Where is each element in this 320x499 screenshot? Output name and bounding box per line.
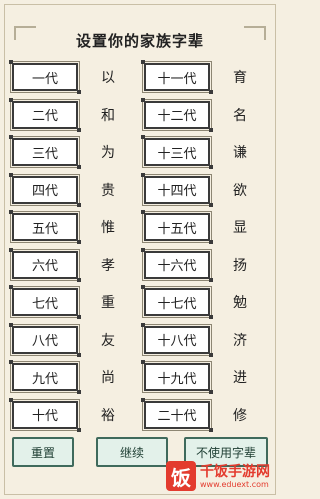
generation-label: 十代 [9,397,81,432]
generation-char[interactable]: 和 [86,101,130,129]
generation-label: 十八代 [141,322,213,357]
generation-label: 九代 [9,360,81,394]
generation-label: 七代 [9,285,81,319]
generation-cell: 九代 尚 [9,360,130,394]
generation-label: 二代 [9,97,81,132]
generation-label: 八代 [9,322,81,357]
generation-cell: 二代 和 [9,97,130,132]
generation-cell: 十三代 谦 [141,135,262,169]
generation-label: 四代 [9,172,81,207]
generation-char[interactable]: 进 [218,363,262,391]
generation-char[interactable]: 裕 [86,401,130,429]
generation-row: 六代 孝 十六代 扬 [9,247,268,288]
generation-cell: 十九代 进 [141,360,262,394]
generation-cell: 十七代 勉 [141,285,262,319]
generation-label: 十一代 [141,60,213,94]
generation-cell: 二十代 修 [141,397,262,432]
generation-label: 十五代 [141,210,213,244]
generation-cell: 一代 以 [9,60,130,94]
generation-row: 四代 贵 十四代 欲 [9,172,268,213]
generation-cell: 七代 重 [9,285,130,319]
generation-cell: 十八代 济 [141,322,262,357]
page-title: 设置你的家族字辈 [75,32,204,50]
generation-cell: 四代 贵 [9,172,130,207]
generation-cell: 五代 惟 [9,210,130,244]
generation-label: 三代 [9,135,81,169]
generation-cell: 十一代 育 [141,60,262,94]
generation-char[interactable]: 为 [86,138,130,166]
generation-label: 十三代 [141,135,213,169]
generation-char[interactable]: 修 [218,401,262,429]
generation-row: 九代 尚 十九代 进 [9,360,268,400]
watermark-title: 千饭手游网 [200,464,270,480]
generation-cell: 八代 友 [9,322,130,357]
generation-label: 十六代 [141,247,213,282]
generation-grid: 一代 以 十一代 育 二代 和 十二代 名 三代 为 十三代 谦 四代 贵 十四… [9,60,268,438]
generation-char[interactable]: 孝 [86,251,130,279]
reset-button[interactable]: 重置 [12,437,74,467]
generation-cell: 十四代 欲 [141,172,262,207]
generation-label: 六代 [9,247,81,282]
generation-char[interactable]: 以 [86,63,130,91]
continue-button[interactable]: 继续 [96,437,168,467]
generation-char[interactable]: 重 [86,288,130,316]
watermark-url: www.eduext.com [200,480,269,489]
generation-char[interactable]: 勉 [218,288,262,316]
generation-char[interactable]: 惟 [86,213,130,241]
generation-char[interactable]: 育 [218,63,262,91]
watermark: 饭 千饭手游网 www.eduext.com [166,459,274,493]
generation-cell: 三代 为 [9,135,130,169]
generation-row: 十代 裕 二十代 修 [9,397,268,438]
generation-label: 五代 [9,210,81,244]
generation-label: 一代 [9,60,81,94]
generation-label: 十七代 [141,285,213,319]
generation-row: 三代 为 十三代 谦 [9,135,268,175]
generation-label: 十九代 [141,360,213,394]
generation-char[interactable]: 友 [86,326,130,354]
generation-row: 二代 和 十二代 名 [9,97,268,138]
generation-char[interactable]: 济 [218,326,262,354]
watermark-logo-icon: 饭 [166,461,196,491]
generation-row: 一代 以 十一代 育 [9,60,268,100]
generation-cell: 十代 裕 [9,397,130,432]
generation-char[interactable]: 尚 [86,363,130,391]
generation-char[interactable]: 贵 [86,176,130,204]
generation-char[interactable]: 显 [218,213,262,241]
generation-cell: 十五代 显 [141,210,262,244]
generation-label: 十二代 [141,97,213,132]
generation-row: 五代 惟 十五代 显 [9,210,268,250]
generation-cell: 十二代 名 [141,97,262,132]
generation-char[interactable]: 名 [218,101,262,129]
generation-cell: 六代 孝 [9,247,130,282]
generation-label: 十四代 [141,172,213,207]
generation-cell: 十六代 扬 [141,247,262,282]
generation-label: 二十代 [141,397,213,432]
generation-char[interactable]: 扬 [218,251,262,279]
generation-row: 七代 重 十七代 勉 [9,285,268,325]
generation-char[interactable]: 欲 [218,176,262,204]
generation-row: 八代 友 十八代 济 [9,322,268,363]
generation-char[interactable]: 谦 [218,138,262,166]
